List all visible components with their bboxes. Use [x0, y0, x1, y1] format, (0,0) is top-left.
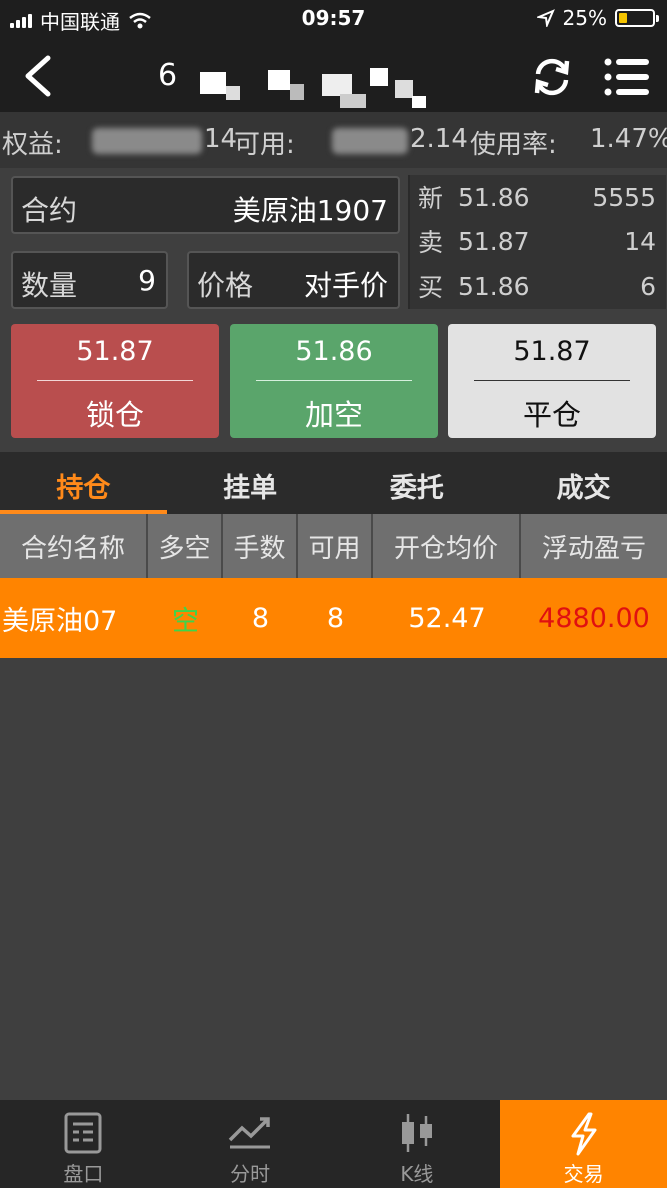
- battery-icon: [615, 9, 659, 27]
- quote-price: 51.87: [458, 226, 530, 256]
- account-summary: 权益: 14 可用: 2.14 使用率: 1.47%: [0, 112, 667, 168]
- quantity-value: 9: [138, 264, 156, 297]
- menu-icon[interactable]: [603, 54, 651, 100]
- button-divider: [474, 380, 630, 381]
- price-field[interactable]: 价格 对手价: [187, 251, 400, 309]
- lock-label: 锁仓: [85, 398, 144, 432]
- button-divider: [256, 380, 412, 381]
- refresh-icon[interactable]: [529, 54, 575, 100]
- tab-pending[interactable]: 挂单: [167, 452, 334, 514]
- price-value: 对手价: [303, 269, 388, 302]
- bottom-tab-label: 交易: [563, 1162, 604, 1186]
- tab-orders[interactable]: 委托: [334, 452, 501, 514]
- contract-field[interactable]: 合约 美原油1907: [11, 176, 400, 234]
- cell-avg-price: 52.47: [408, 602, 486, 634]
- button-divider: [37, 380, 193, 381]
- quote-tag: 买: [418, 273, 444, 302]
- quote-volume: 5555: [592, 182, 656, 212]
- quote-volume: 6: [640, 271, 656, 301]
- column-header: 合约名称: [0, 514, 148, 578]
- close-position-button[interactable]: 51.87 平仓: [448, 324, 656, 438]
- column-header: 浮动盈亏: [541, 533, 646, 564]
- cell-direction: 空: [172, 605, 199, 637]
- quantity-field[interactable]: 数量 9: [11, 251, 168, 309]
- quote-volume: 14: [624, 226, 656, 256]
- order-tabs: 持仓 挂单 委托 成交: [0, 452, 667, 514]
- bottom-tab-intraday[interactable]: 分时: [167, 1100, 334, 1188]
- equity-label: 权益:: [2, 130, 63, 160]
- cell-floating-pnl: 4880.00: [538, 602, 650, 634]
- add-short-button[interactable]: 51.86 加空: [230, 324, 438, 438]
- add-label: 加空: [304, 398, 363, 432]
- equity-tail: 14: [204, 124, 238, 154]
- quantity-label: 数量: [21, 269, 78, 302]
- redacted-available: [332, 128, 408, 154]
- bottom-tab-trade[interactable]: 交易: [500, 1100, 667, 1188]
- column-header: 手数: [223, 514, 298, 578]
- quote-row-last: 新 51.86 5555: [418, 177, 656, 217]
- quote-row-bid: 买 51.86 6: [418, 266, 656, 306]
- bottom-tab-kline[interactable]: K线: [334, 1100, 501, 1188]
- usage-value: 1.47%: [590, 124, 667, 154]
- redacted-equity: [92, 128, 202, 154]
- tab-positions[interactable]: 持仓: [0, 452, 167, 514]
- column-header: 多空: [148, 514, 223, 578]
- quote-tag: 新: [418, 184, 444, 213]
- bottom-tab-label: 分时: [230, 1162, 271, 1186]
- quote-panel: 新 51.86 5555 卖 51.87 14 买 51.86 6: [408, 175, 666, 309]
- orderbook-icon: [64, 1112, 102, 1154]
- intraday-chart-icon: [228, 1117, 271, 1149]
- column-header: 开仓均价: [373, 514, 521, 578]
- cell-lots: 8: [251, 602, 270, 634]
- battery-percent: 25%: [562, 6, 607, 30]
- quote-row-ask: 卖 51.87 14: [418, 221, 656, 261]
- bottom-tab-label: K线: [400, 1162, 434, 1186]
- add-price: 51.86: [295, 336, 373, 367]
- status-bar: 中国联通 09:57 25%: [0, 0, 667, 40]
- contract-value: 美原油1907: [232, 194, 388, 227]
- flat-label: 平仓: [522, 398, 581, 432]
- nav-bar: 6: [0, 40, 667, 112]
- available-tail: 2.14: [410, 124, 468, 154]
- table-row[interactable]: 美原油07 空 8 8 52.47 4880.00: [0, 578, 667, 658]
- bottom-tab-orderbook[interactable]: 盘口: [0, 1100, 167, 1188]
- location-icon: [536, 9, 555, 27]
- cell-available: 8: [326, 602, 345, 634]
- available-label: 可用:: [234, 130, 295, 160]
- usage-label: 使用率:: [470, 130, 557, 160]
- quote-price: 51.86: [458, 182, 530, 212]
- contract-label: 合约: [21, 194, 78, 227]
- column-header: 可用: [298, 514, 373, 578]
- quote-tag: 卖: [418, 228, 444, 257]
- lock-price: 51.87: [76, 336, 154, 367]
- tab-trades[interactable]: 成交: [500, 452, 667, 514]
- price-label: 价格: [197, 269, 254, 302]
- quote-price: 51.86: [458, 271, 530, 301]
- back-icon[interactable]: [16, 52, 64, 100]
- lock-position-button[interactable]: 51.87 锁仓: [11, 324, 219, 438]
- redacted-mosaic: [190, 66, 440, 110]
- positions-header: 合约名称 多空 手数 可用 开仓均价 浮动盈亏: [0, 514, 667, 578]
- cell-contract: 美原油07: [2, 605, 118, 637]
- candlestick-icon: [401, 1114, 432, 1152]
- bottom-tab-bar: 盘口 分时 K线 交易: [0, 1100, 667, 1188]
- bottom-tab-label: 盘口: [63, 1162, 104, 1186]
- flat-price: 51.87: [513, 336, 591, 367]
- lightning-icon: [571, 1112, 597, 1156]
